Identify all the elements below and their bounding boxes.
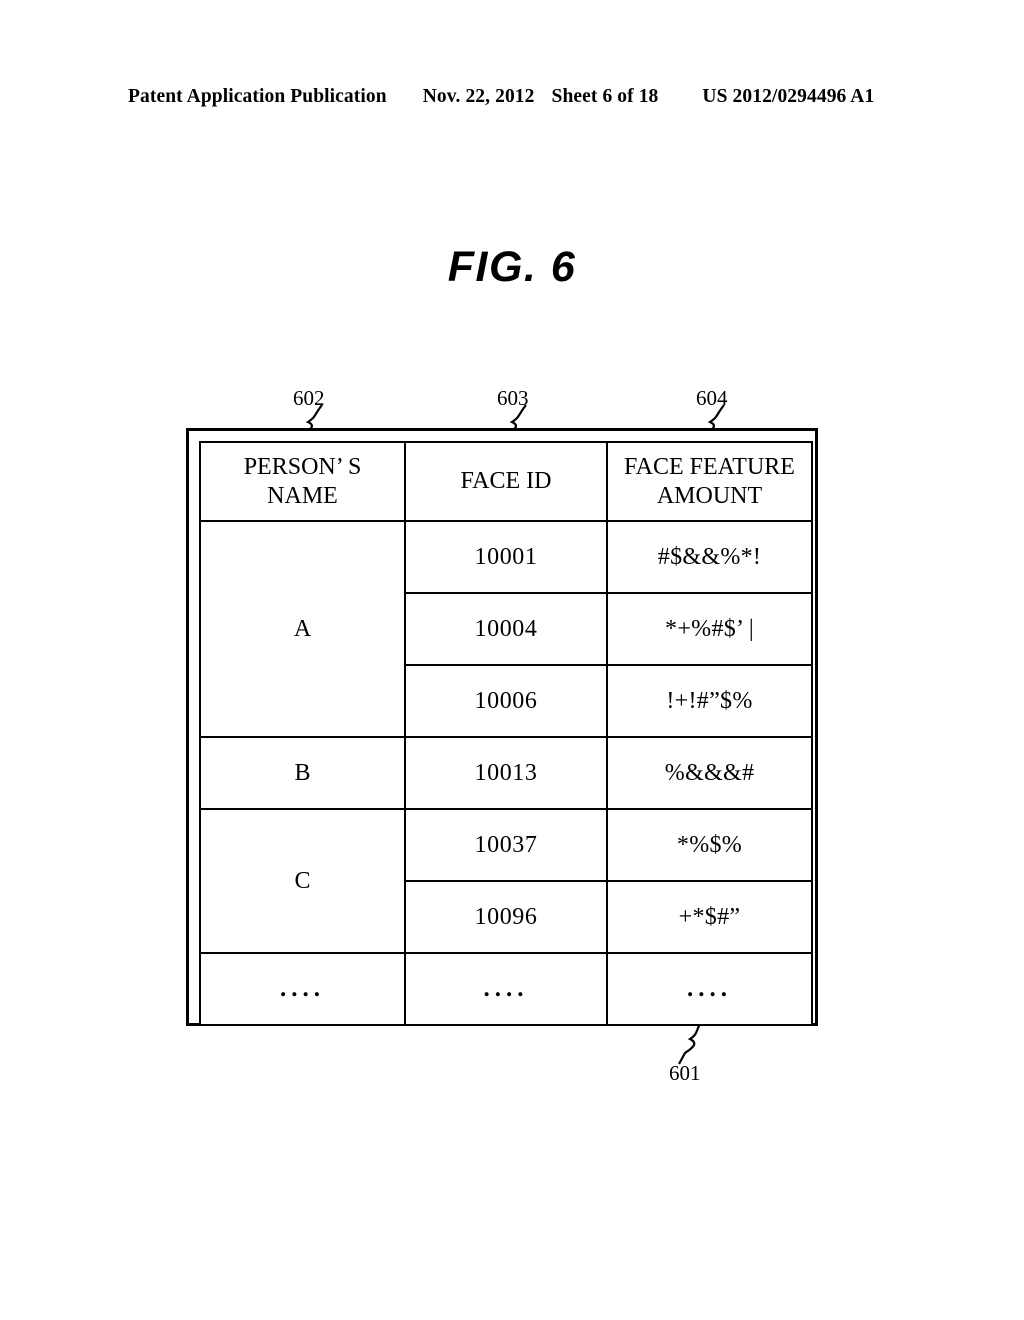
column-header-face-id: FACE ID [404, 441, 608, 522]
cell-face-id: 10037 [404, 808, 608, 882]
cell-face-feature: +*$#” [606, 880, 813, 954]
publication-date-sheet: Nov. 22, 2012 Sheet 6 of 18 [423, 86, 659, 108]
column-header-face-feature-amount: FACE FEATURE AMOUNT [606, 441, 813, 522]
face-database-table-wrapper: PERSON’ S NAME FACE ID FACE FEATURE AMOU… [199, 441, 813, 1026]
table-row: A 10001 #$&&%*! [199, 520, 813, 738]
column-header-face-id-line1: FACE ID [460, 468, 552, 495]
column-header-persons-name: PERSON’ S NAME [199, 441, 406, 522]
cell-face-id-ellipsis: .... [404, 952, 608, 1026]
table-header-row: PERSON’ S NAME FACE ID FACE FEATURE AMOU… [199, 441, 813, 522]
sheet-number: Sheet 6 of 18 [551, 86, 659, 107]
cell-face-feature: *+%#$’ | [606, 592, 813, 666]
ellipsis-name: .... [280, 974, 325, 1002]
reference-numeral-601: 601 [669, 1061, 701, 1085]
cell-face-feature: #$&&%*! [606, 520, 813, 594]
patent-number: US 2012/0294496 A1 [702, 86, 875, 107]
figure-title: FIG. 6 [447, 243, 577, 291]
column-header-persons-name-line1: PERSON’ S [243, 454, 362, 481]
patent-page-header: Patent Application Publication Nov. 22, … [128, 86, 896, 108]
cell-face-id: 10096 [404, 880, 608, 954]
cell-person-name-ellipsis: .... [199, 952, 406, 1026]
publication-label: Patent Application Publication [128, 86, 387, 107]
table-row-ellipsis: .... .... .... [199, 952, 813, 1026]
ellipsis-feature: .... [687, 974, 732, 1002]
cell-face-id: 10013 [404, 736, 608, 810]
table-row: B 10013 %&&&# [199, 736, 813, 810]
face-database-table: PERSON’ S NAME FACE ID FACE FEATURE AMOU… [199, 441, 813, 1026]
table-row: C 10037 *%$% [199, 808, 813, 954]
cell-face-feature: !+!#”$% [606, 664, 813, 738]
column-header-face-feature-line2: AMOUNT [656, 482, 763, 509]
ellipsis-face-id: .... [483, 974, 529, 1002]
cell-person-name: A [199, 520, 406, 738]
cell-face-id: 10004 [404, 592, 608, 666]
cell-face-feature: %&&&# [606, 736, 813, 810]
cell-person-name: C [199, 808, 406, 954]
cell-face-id: 10001 [404, 520, 608, 594]
cell-face-id: 10006 [404, 664, 608, 738]
cell-face-feature: *%$% [606, 808, 813, 882]
cell-face-feature-ellipsis: .... [606, 952, 813, 1026]
publication-date: Nov. 22, 2012 [422, 86, 535, 107]
leader-line-601 [678, 1021, 702, 1065]
cell-person-name: B [199, 736, 406, 810]
column-header-persons-name-line2: NAME [267, 482, 338, 509]
column-header-face-feature-line1: FACE FEATURE [624, 454, 795, 481]
